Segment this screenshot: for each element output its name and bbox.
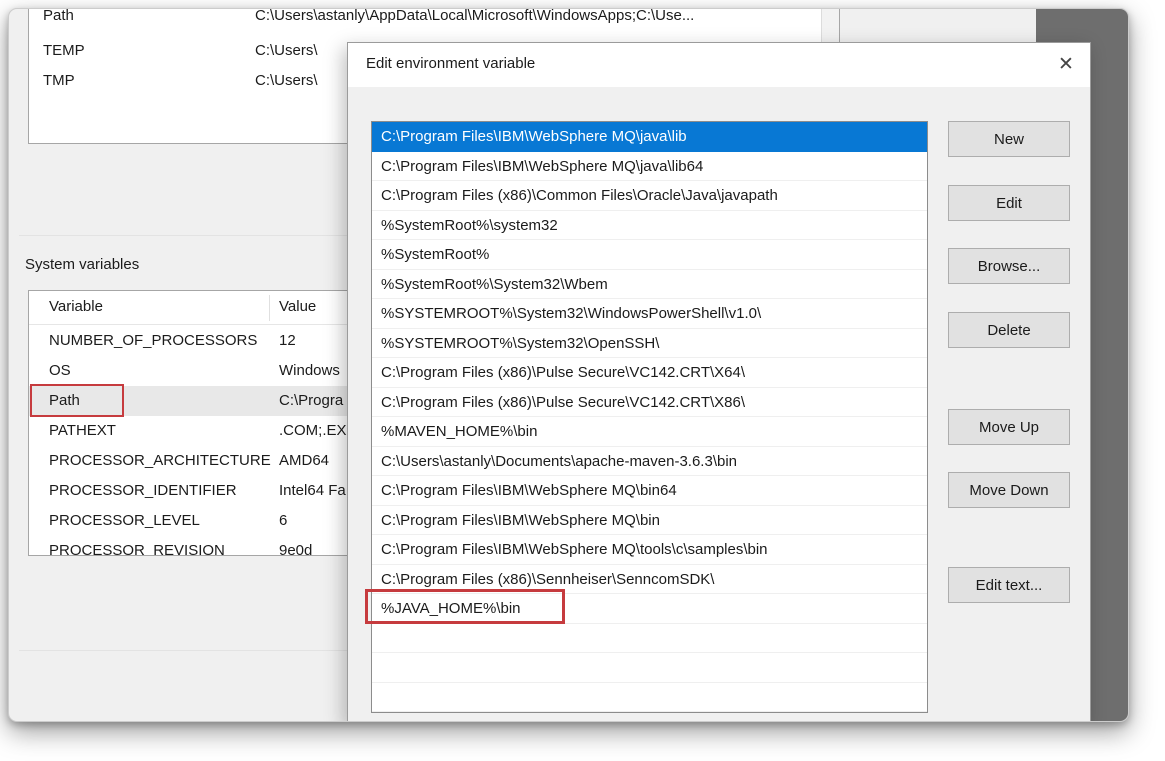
variable-value: 6 bbox=[279, 506, 287, 536]
list-item-empty[interactable] bbox=[372, 712, 927, 713]
path-entries-list[interactable]: C:\Program Files\IBM\WebSphere MQ\java\l… bbox=[371, 121, 928, 713]
list-item[interactable]: %SYSTEMROOT%\System32\OpenSSH\ bbox=[372, 329, 927, 359]
move-down-button[interactable]: Move Down bbox=[948, 472, 1070, 508]
column-header-variable[interactable]: Variable bbox=[49, 298, 103, 315]
screenshot-frame: Path C:\Users\astanly\AppData\Local\Micr… bbox=[8, 8, 1129, 722]
column-divider bbox=[269, 295, 270, 321]
variable-value: .COM;.EX bbox=[279, 416, 347, 446]
variable-value: Windows bbox=[279, 356, 340, 386]
annotation-red-box-java-home bbox=[365, 589, 565, 624]
variable-name: PROCESSOR_ARCHITECTURE bbox=[49, 446, 271, 476]
variable-name: TEMP bbox=[43, 41, 85, 61]
variable-value: 9e0d bbox=[279, 536, 312, 556]
variable-value: Intel64 Fa bbox=[279, 476, 346, 506]
variable-name: PATHEXT bbox=[49, 416, 116, 446]
list-item[interactable]: C:\Program Files\IBM\WebSphere MQ\tools\… bbox=[372, 535, 927, 565]
browse-button[interactable]: Browse... bbox=[948, 248, 1070, 284]
list-item[interactable]: %MAVEN_HOME%\bin bbox=[372, 417, 927, 447]
dialog-title: Edit environment variable bbox=[366, 55, 535, 72]
list-item[interactable]: C:\Program Files (x86)\Pulse Secure\VC14… bbox=[372, 388, 927, 418]
list-item[interactable]: C:\Users\astanly\Documents\apache-maven-… bbox=[372, 447, 927, 477]
edit-button[interactable]: Edit bbox=[948, 185, 1070, 221]
list-item[interactable]: %SystemRoot%\system32 bbox=[372, 211, 927, 241]
list-item[interactable]: %SystemRoot% bbox=[372, 240, 927, 270]
list-item[interactable]: C:\Program Files\IBM\WebSphere MQ\bin64 bbox=[372, 476, 927, 506]
close-icon[interactable]: ✕ bbox=[1049, 50, 1083, 80]
variable-value: 12 bbox=[279, 326, 296, 356]
variable-name: TMP bbox=[43, 71, 75, 91]
variable-name: PROCESSOR_IDENTIFIER bbox=[49, 476, 237, 506]
dialog-titlebar[interactable]: Edit environment variable ✕ bbox=[348, 43, 1090, 87]
list-item-empty[interactable] bbox=[372, 624, 927, 654]
variable-name: PROCESSOR_REVISION bbox=[49, 536, 225, 556]
list-item[interactable]: C:\Program Files (x86)\Pulse Secure\VC14… bbox=[372, 358, 927, 388]
variable-value: AMD64 bbox=[279, 446, 329, 476]
list-item[interactable]: %SystemRoot%\System32\Wbem bbox=[372, 270, 927, 300]
system-variables-label: System variables bbox=[25, 256, 139, 273]
table-row[interactable]: Path C:\Users\astanly\AppData\Local\Micr… bbox=[29, 8, 809, 26]
variable-value: C:\Progra bbox=[279, 386, 343, 416]
list-item[interactable]: C:\Program Files\IBM\WebSphere MQ\java\l… bbox=[372, 152, 927, 182]
column-header-value[interactable]: Value bbox=[279, 298, 316, 315]
list-item-selected[interactable]: C:\Program Files\IBM\WebSphere MQ\java\l… bbox=[372, 122, 927, 152]
move-up-button[interactable]: Move Up bbox=[948, 409, 1070, 445]
list-item[interactable]: C:\Program Files\IBM\WebSphere MQ\bin bbox=[372, 506, 927, 536]
variable-value: C:\Users\ bbox=[255, 71, 318, 91]
list-item[interactable]: C:\Program Files (x86)\Common Files\Orac… bbox=[372, 181, 927, 211]
edit-environment-variable-dialog: Edit environment variable ✕ C:\Program F… bbox=[347, 42, 1091, 722]
annotation-red-box-path bbox=[30, 384, 124, 417]
variable-name: PROCESSOR_LEVEL bbox=[49, 506, 200, 536]
list-item[interactable]: %SYSTEMROOT%\System32\WindowsPowerShell\… bbox=[372, 299, 927, 329]
edit-text-button[interactable]: Edit text... bbox=[948, 567, 1070, 603]
variable-name: NUMBER_OF_PROCESSORS bbox=[49, 326, 257, 356]
delete-button[interactable]: Delete bbox=[948, 312, 1070, 348]
new-button[interactable]: New bbox=[948, 121, 1070, 157]
list-item-empty[interactable] bbox=[372, 653, 927, 683]
variable-name: Path bbox=[43, 8, 74, 26]
variable-name: OS bbox=[49, 356, 71, 386]
variable-value: C:\Users\ bbox=[255, 41, 318, 61]
list-item-empty[interactable] bbox=[372, 683, 927, 713]
variable-value: C:\Users\astanly\AppData\Local\Microsoft… bbox=[255, 8, 694, 26]
